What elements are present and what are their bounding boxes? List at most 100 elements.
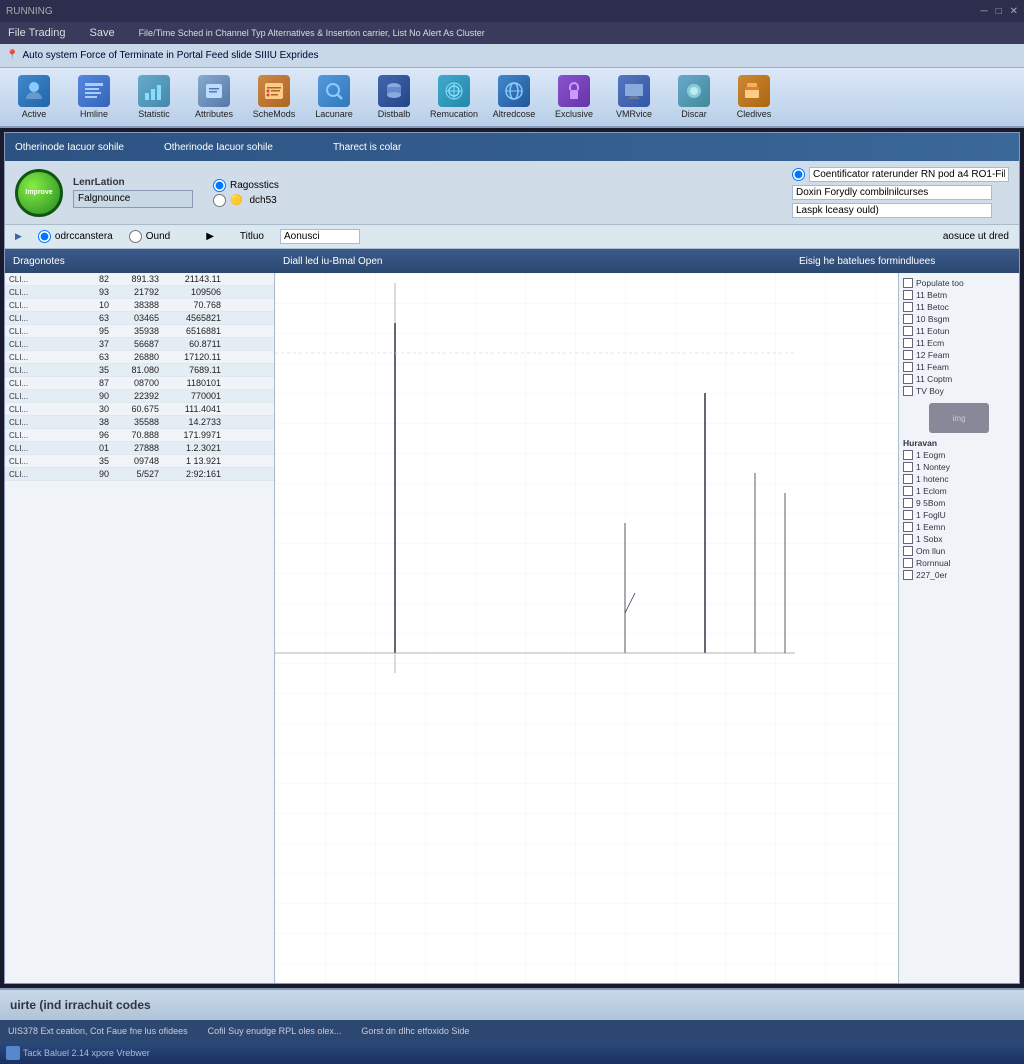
list-item[interactable]: 1 Nontey: [903, 461, 1015, 473]
close-btn[interactable]: ✕: [1010, 6, 1018, 17]
table-row[interactable]: CLI... 93 21792 109506: [5, 286, 274, 299]
sub-filter-input1[interactable]: [280, 229, 360, 244]
table-row[interactable]: CLI... 95 35938 6516881: [5, 325, 274, 338]
table-row[interactable]: CLI... 82 891.33 21143.11: [5, 273, 274, 286]
col-header-eisig: Eisig he batelues formindluees: [795, 256, 1015, 267]
list-item[interactable]: 11 Betm: [903, 289, 1015, 301]
list-item[interactable]: 11 Coptm: [903, 373, 1015, 385]
maximize-btn[interactable]: □: [996, 6, 1002, 17]
col-header-diall: Diall led iu-Bmal Open: [279, 256, 795, 267]
toolbar-btn-statistic[interactable]: Statistic: [128, 73, 180, 121]
list-item[interactable]: 1 FoglU: [903, 509, 1015, 521]
list-item[interactable]: 227_0er: [903, 569, 1015, 581]
list-item[interactable]: Rornnual: [903, 557, 1015, 569]
toolbar-btn-cledives[interactable]: Cledives: [728, 73, 780, 121]
title-text: RUNNING: [6, 6, 53, 17]
green-action-btn[interactable]: Improve: [15, 169, 63, 217]
main-area: Otherinode Iacuor sohile Otherinode Iacu…: [4, 132, 1020, 984]
legend-image-placeholder: img: [929, 403, 989, 433]
list-item[interactable]: 11 Ecm: [903, 337, 1015, 349]
col-headers: Dragonotes Diall led iu-Bmal Open Eisig …: [5, 249, 1019, 273]
toolbar-btn-altredcose[interactable]: Altredcose: [488, 73, 540, 121]
radio-ragosstics[interactable]: Ragosstics: [213, 179, 279, 192]
title-bar: RUNNING ─ □ ✕: [0, 0, 1024, 22]
toolbar-btn-schemods[interactable]: ScheMods: [248, 73, 300, 121]
panel-title-right: Tharect is colar: [333, 142, 401, 153]
menu-item-file[interactable]: File Trading: [4, 25, 69, 41]
table-row[interactable]: CLI... 96 70.888 171.9971: [5, 429, 274, 442]
taskbar: Tack Baluel 2.14 xpore Vrebwer: [0, 1042, 1024, 1064]
table-row[interactable]: CLI... 38 35588 14.2733: [5, 416, 274, 429]
toolbar-btn-attributes[interactable]: Attributes: [188, 73, 240, 121]
list-item[interactable]: TV Boy: [903, 385, 1015, 397]
legend-huravan-header: Huravan: [903, 437, 1015, 449]
address-icon: 📍: [6, 50, 18, 61]
address-text: Auto system Force of Terminate in Portal…: [22, 50, 318, 61]
right-option-input-2[interactable]: [792, 185, 992, 200]
right-option-input-3[interactable]: [792, 203, 992, 218]
list-item[interactable]: 1 Eogm: [903, 449, 1015, 461]
list-item[interactable]: 9 5Bom: [903, 497, 1015, 509]
toolbar-btn-distbalb[interactable]: Distbalb: [368, 73, 420, 121]
toolbar-btn-hmline[interactable]: Hmline: [68, 73, 120, 121]
col-header-dragonotes: Dragonotes: [9, 256, 279, 267]
radio-dch53[interactable]: 🟡 dch53: [213, 194, 279, 207]
table-row[interactable]: CLI... 37 56687 60.8711: [5, 338, 274, 351]
list-item[interactable]: 10 Bsgm: [903, 313, 1015, 325]
panel-title-left: Otherinode Iacuor sohile: [15, 142, 124, 153]
right-option-2: [792, 185, 1009, 200]
list-item[interactable]: 1 Eemn: [903, 521, 1015, 533]
legend-section-1: Populate too 11 Betm11 Betoc10 Bsgm11 Eo…: [903, 277, 1015, 397]
chart-svg: [275, 273, 898, 983]
chart-area: [275, 273, 899, 983]
bottom-bar: UIS378 Ext ceation, Cot Faue fne lus ofi…: [0, 1020, 1024, 1042]
list-item[interactable]: 1 Sobx: [903, 533, 1015, 545]
legend-panel: Populate too 11 Betm11 Betoc10 Bsgm11 Eo…: [899, 273, 1019, 983]
table-row[interactable]: CLI... 35 81.080 7689.11: [5, 364, 274, 377]
toolbar-btn-discar[interactable]: Discar: [668, 73, 720, 121]
toolbar-btn-active[interactable]: Active: [8, 73, 60, 121]
right-option-input-1[interactable]: [809, 167, 1009, 182]
list-item[interactable]: 11 Betoc: [903, 301, 1015, 313]
table-row[interactable]: CLI... 90 22392 770001: [5, 390, 274, 403]
menu-item-other[interactable]: File/Time Sched in Channel Typ Alternati…: [135, 26, 489, 40]
sub-radio-2[interactable]: Ound: [129, 230, 170, 243]
toolbar-btn-lacunare[interactable]: Lacunare: [308, 73, 360, 121]
bottom-col3: Gorst dn dlhc etfoxido Side: [361, 1026, 469, 1036]
filter-label: LenrLation: [73, 177, 193, 188]
sub-radio-1[interactable]: odrccanstera: [38, 230, 113, 243]
table-row[interactable]: CLI... 30 60.675 111.4041: [5, 403, 274, 416]
taskbar-icon: [6, 1046, 20, 1060]
table-row[interactable]: CLI... 90 5/527 2:92:161: [5, 468, 274, 481]
bottom-col1: UIS378 Ext ceation, Cot Faue fne lus ofi…: [8, 1026, 188, 1036]
data-chart-row: CLI... 82 891.33 21143.11 CLI... 93 2179…: [5, 273, 1019, 983]
sub-filter-label2: aosuce ut dred: [943, 231, 1009, 242]
table-row[interactable]: CLI... 35 09748 1 13.921: [5, 455, 274, 468]
list-item[interactable]: 11 Feam: [903, 361, 1015, 373]
table-row[interactable]: CLI... 63 26880 17120.11: [5, 351, 274, 364]
table-row[interactable]: CLI... 63 03465 4565821: [5, 312, 274, 325]
filter-row: Improve LenrLation Falgnounce Ragosstics…: [5, 161, 1019, 225]
list-item[interactable]: 1 Eclom: [903, 485, 1015, 497]
table-row[interactable]: CLI... 01 27888 1.2.3021: [5, 442, 274, 455]
address-bar: 📍 Auto system Force of Terminate in Port…: [0, 44, 1024, 68]
sub-filter-label1: Titluo: [240, 231, 264, 242]
list-item[interactable]: 11 Eotun: [903, 325, 1015, 337]
list-item[interactable]: Om llun: [903, 545, 1015, 557]
toolbar-btn-remucation[interactable]: Remucation: [428, 73, 480, 121]
menu-item-save[interactable]: Save: [85, 25, 118, 41]
toolbar-btn-vmrvice[interactable]: VMRvice: [608, 73, 660, 121]
list-item[interactable]: 1 hotenc: [903, 473, 1015, 485]
toolbar: Active Hmline Statistic Attributes ScheM…: [0, 68, 1024, 128]
toolbar-btn-exclusive[interactable]: Exclusive: [548, 73, 600, 121]
bottom-col2: Cofil Suy enudge RPL oles olex...: [208, 1026, 342, 1036]
table-row[interactable]: CLI... 87 08700 1180101: [5, 377, 274, 390]
panel-title-left-text: Otherinode Iacuor sohile: [164, 142, 273, 153]
filter-input-box[interactable]: Falgnounce: [73, 190, 193, 208]
filter-group-left: LenrLation Falgnounce: [73, 177, 193, 208]
data-table: CLI... 82 891.33 21143.11 CLI... 93 2179…: [5, 273, 275, 983]
table-row[interactable]: CLI... 10 38388 70.768: [5, 299, 274, 312]
minimize-btn[interactable]: ─: [980, 6, 987, 17]
list-item[interactable]: 12 Feam: [903, 349, 1015, 361]
filter-radios: Ragosstics 🟡 dch53: [213, 179, 279, 207]
